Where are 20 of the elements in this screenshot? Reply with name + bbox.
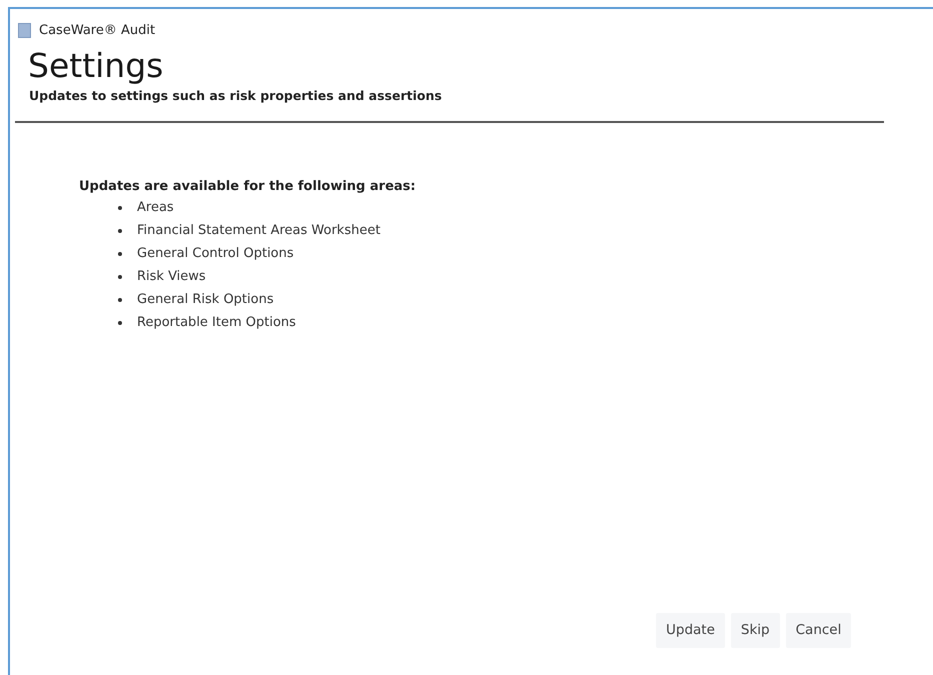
dialog-button[interactable]: Cancel [786,613,852,648]
bullet-icon [118,206,122,210]
page-subtitle: Updates to settings such as risk properties and assertions [29,87,443,106]
area-item: General Risk Options [137,291,274,310]
updates-heading: Updates are available for the following areas: [79,178,417,196]
area-item: Risk Views [137,268,206,286]
bullet-icon [118,228,122,233]
area-item: Financial Statement Areas Worksheet [137,222,380,240]
area-item: Reportable Item Options [137,314,296,332]
area-item: General Control Options [137,245,294,264]
dialog-button[interactable]: Update [656,613,725,648]
bullet-icon [118,252,122,256]
bullet-icon [118,320,122,325]
window-title: CaseWare® Audit [39,22,156,40]
bullet-icon [118,274,122,279]
page-title: Settings [28,46,164,86]
app-icon [18,23,31,38]
bullet-icon [118,298,122,302]
area-item: Areas [137,199,174,218]
dialog-button[interactable]: Skip [730,613,780,648]
